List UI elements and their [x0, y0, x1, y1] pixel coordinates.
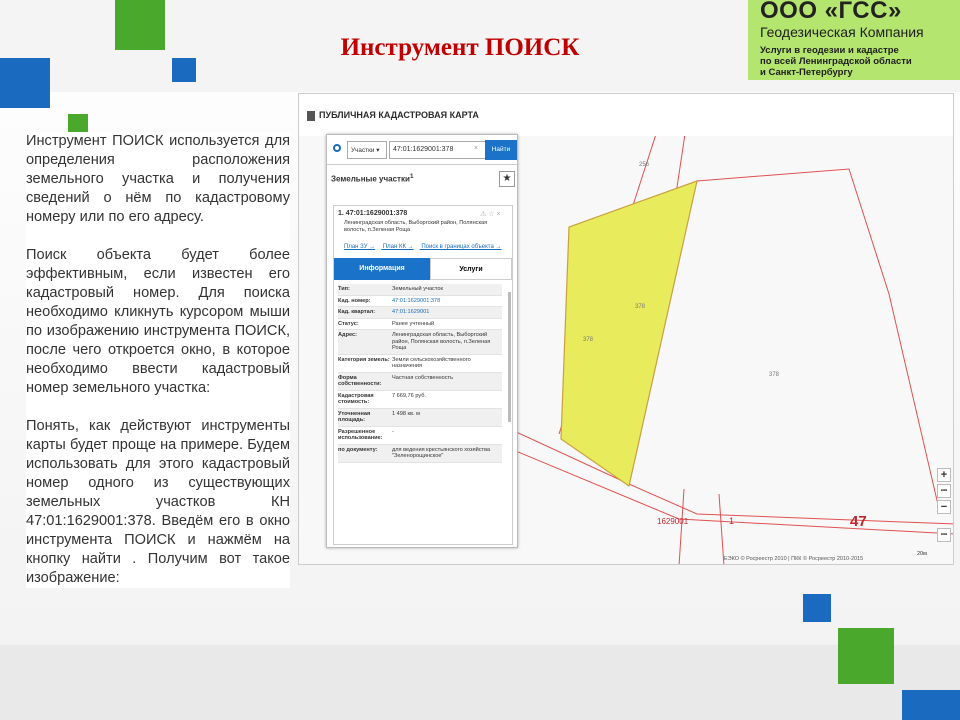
map-logo-icon — [307, 110, 315, 121]
decor-square-green-br — [838, 628, 894, 684]
scale-bar: 20м — [917, 551, 927, 557]
decor-square-blue-br — [902, 690, 960, 720]
table-row: Тип: Земельный участок — [338, 284, 502, 296]
panel-scrollbar[interactable] — [508, 292, 511, 422]
results-count: 1 — [409, 173, 414, 180]
link-plan-zu[interactable]: План ЗУ → — [344, 244, 375, 250]
table-row: Статус: Ранее учтенный — [338, 319, 502, 330]
table-row: Категория земель: Земли сельскохозяйствен… — [338, 355, 502, 373]
parcel-label-378c: 378 — [769, 372, 780, 378]
search-type-select[interactable]: Участки ▾ — [347, 141, 387, 159]
slide-title: Инструмент ПОИСК — [340, 34, 580, 61]
region-label-right: 47 — [850, 513, 867, 530]
info-tabs: Информация Услуги — [334, 258, 512, 280]
link-plan-kk[interactable]: План КК → — [383, 244, 414, 250]
decor-square-blue-br-small — [803, 594, 831, 622]
paragraph-1: Инструмент ПОИСК используется для опреде… — [26, 133, 290, 225]
scale-label: 20м — [917, 551, 927, 557]
table-row: Разрешенное использование: - — [338, 427, 502, 445]
block-label: 1629001 — [657, 517, 689, 526]
table-row: Уточненная площадь: 1 498 кв. м — [338, 408, 502, 427]
decor-square-blue-large — [0, 58, 50, 108]
zoom-out-button[interactable]: − — [937, 500, 951, 514]
map-copyright: ЕЭКО © Росреестр 2010 | ПКК © Росреестр … — [724, 556, 864, 562]
search-clear-icon[interactable]: × — [474, 145, 478, 152]
result-tools[interactable]: ⚠ ☆ × — [480, 210, 501, 218]
parcel-label-378a: 378 — [635, 304, 646, 310]
decor-square-green-small — [68, 114, 88, 134]
logo-tagline-1: Услуги в геодезии и кадастре — [760, 45, 899, 56]
table-row: Кад. номер: 47:01:1629001:378 — [338, 296, 502, 307]
table-row: Кад. квартал: 47:01:1629001 — [338, 307, 502, 319]
map-header-title: ПУБЛИЧНАЯ КАДАСТРОВАЯ КАРТА — [319, 110, 479, 120]
search-input-value: 47:01:1629001:378 — [393, 146, 454, 153]
result-cadnum[interactable]: 1. 47:01:1629001:378 — [338, 210, 407, 217]
decor-square-green — [115, 0, 165, 50]
map-header: ПУБЛИЧНАЯ КАДАСТРОВАЯ КАРТА — [299, 94, 953, 136]
table-row: Кадастровая стоимость: 7 669,76 руб. — [338, 391, 502, 409]
paragraph-2: Поиск объекта будет более эффективным, е… — [26, 247, 290, 396]
decor-square-blue-small — [172, 58, 196, 82]
result-links: План ЗУ → План КК → Поиск в границах объ… — [344, 244, 507, 250]
result-address: Ленинградская область, Выборгский район,… — [344, 220, 488, 233]
logo-company: Геодезическая Компания — [760, 24, 924, 40]
link-search-within[interactable]: Поиск в границах объекта → — [421, 244, 501, 250]
parcel-label-256: 256 — [639, 162, 650, 168]
logo-tagline-3: и Санкт-Петербургу — [760, 67, 853, 78]
block-label-short: 1 — [729, 516, 734, 526]
logo-name: ООО «ГСС» — [760, 0, 902, 24]
description-text: Инструмент ПОИСК используется для опреде… — [26, 132, 290, 588]
search-input[interactable]: 47:01:1629001:378 × — [389, 141, 489, 159]
search-row: Участки ▾ 47:01:1629001:378 × Найти — [327, 135, 519, 165]
more-button-2[interactable]: ••• — [937, 528, 951, 542]
logo-tagline-2: по всей Ленинградской области — [760, 56, 912, 67]
result-card: 1. 47:01:1629001:378 ⚠ ☆ × Ленинградская… — [333, 205, 513, 545]
tab-information[interactable]: Информация — [334, 258, 430, 280]
paragraph-3: Понять, как действуют инструменты карты … — [26, 418, 290, 586]
info-table: Тип: Земельный участок Кад. номер: 47:01:1… — [338, 284, 502, 463]
favorite-star-icon[interactable]: ★ — [499, 171, 515, 187]
company-logo: ООО «ГСС» Геодезическая Компания Услуги … — [748, 0, 960, 80]
tab-services[interactable]: Услуги — [430, 258, 512, 280]
results-title: Земельные участки1 — [331, 173, 414, 184]
search-panel: Участки ▾ 47:01:1629001:378 × Найти Земе… — [326, 134, 519, 548]
table-row: Форма собственности: Частная собственност… — [338, 372, 502, 391]
search-icon[interactable] — [333, 144, 341, 152]
bottom-background-band — [0, 645, 960, 720]
find-button[interactable]: Найти — [485, 140, 517, 160]
zoom-in-button[interactable]: + — [937, 468, 951, 482]
more-button-1[interactable]: ••• — [937, 484, 951, 498]
table-row: Адрес: Ленинградская область, Выборгский … — [338, 330, 502, 355]
parcel-label-378b: 378 — [583, 337, 594, 343]
map-screenshot: 256 378 378 378 47 47 1629001 1 ПУБЛИЧНА… — [298, 93, 954, 565]
table-row: по документу: для ведения крестьянского х… — [338, 444, 502, 463]
